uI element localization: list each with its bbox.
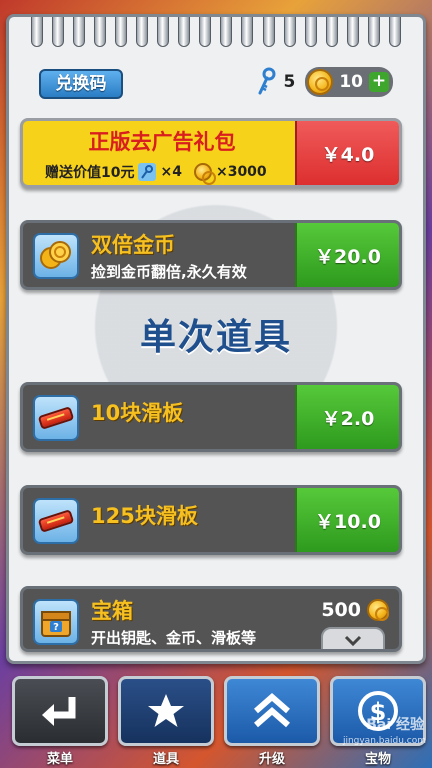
double-coins-icon: [40, 241, 71, 269]
return-arrow-icon: [42, 697, 76, 726]
nav-menu-label: 菜单: [46, 752, 73, 767]
nav-upgrade-label: 升级: [258, 752, 285, 767]
hoverboard-icon: [37, 509, 75, 533]
bottom-navigation: 菜单 道具 升级 $ 宝物 Bai 经验 jingyan.baidu.com: [0, 672, 432, 768]
double-chevron-up-icon: [254, 693, 290, 728]
promo-bundle-row[interactable]: 正版去广告礼包 赠送价值10元 ×4 ×3000 ￥4.0: [20, 118, 402, 188]
promo-coins-amount: ×3000: [215, 164, 267, 180]
key-icon: [258, 67, 276, 95]
double-coins-desc: 捡到金币翻倍,永久有效: [91, 263, 247, 281]
double-coins-icon-box: [33, 233, 79, 279]
chest-icon-box: ?: [33, 599, 79, 645]
item-title: 10块滑板: [91, 401, 184, 425]
watermark-url: jingyan.baidu.com: [342, 736, 426, 746]
promo-keys-amount: ×4: [160, 164, 182, 180]
currency-display: 5 10 +: [255, 67, 393, 97]
nav-menu-button[interactable]: [12, 676, 108, 746]
promo-title: 正版去广告礼包: [88, 130, 236, 154]
nav-treasure-label: 宝物: [364, 752, 391, 767]
key-icon: [138, 163, 157, 181]
item-title: 125块滑板: [91, 504, 198, 528]
promo-gift-info: 赠送价值10元 ×4 ×3000: [45, 162, 267, 185]
nav-upgrade-button[interactable]: [224, 676, 320, 746]
hoverboard-icon: [37, 406, 75, 430]
chevron-down-icon: [344, 635, 362, 647]
notebook-rings: [31, 17, 401, 49]
nav-items-label: 道具: [152, 752, 179, 767]
coins-pill: 10 +: [305, 67, 393, 97]
nav-items-button[interactable]: [118, 676, 214, 746]
coin-icon: [367, 599, 389, 621]
hoverboard-icon-box: [33, 395, 79, 441]
add-coins-button[interactable]: +: [369, 72, 389, 92]
redeem-code-button[interactable]: 兑换码: [39, 69, 123, 99]
svg-text:?: ?: [53, 622, 59, 633]
coins-count: 10: [339, 72, 363, 92]
hoverboard-icon-box: [33, 498, 79, 544]
section-title: 单次道具: [139, 317, 292, 358]
double-coins-price-button[interactable]: ￥20.0: [295, 223, 399, 287]
boards-125-price-button[interactable]: ￥10.0: [295, 488, 399, 552]
chest-row[interactable]: ? 宝箱 开出钥匙、金币、滑板等 500: [20, 586, 402, 652]
chest-desc: 开出钥匙、金币、滑板等: [91, 629, 257, 647]
chest-price-value: 500: [321, 599, 361, 621]
keys-count: 5: [283, 72, 296, 92]
coin-icon: [307, 69, 334, 95]
mystery-box-icon: ?: [41, 611, 71, 637]
shop-header: 兑换码 5 10 +: [39, 67, 393, 101]
promo-gift-label: 赠送价值10元: [45, 165, 135, 181]
boards-10-row[interactable]: 10块滑板 ￥2.0: [20, 382, 402, 452]
chest-price: 500: [321, 599, 389, 621]
chest-title: 宝箱: [91, 599, 133, 623]
coin-icon: [193, 163, 216, 185]
watermark-text: Bai 经验: [366, 717, 424, 733]
boards-10-price-button[interactable]: ￥2.0: [295, 385, 399, 449]
star-icon: [148, 694, 184, 727]
scroll-down-button[interactable]: [321, 627, 385, 649]
promo-price-button[interactable]: ￥4.0: [295, 121, 399, 185]
double-coins-title: 双倍金币: [91, 233, 175, 257]
boards-125-row[interactable]: 125块滑板 ￥10.0: [20, 485, 402, 555]
double-coins-row[interactable]: 双倍金币 捡到金币翻倍,永久有效 ￥20.0: [20, 220, 402, 290]
